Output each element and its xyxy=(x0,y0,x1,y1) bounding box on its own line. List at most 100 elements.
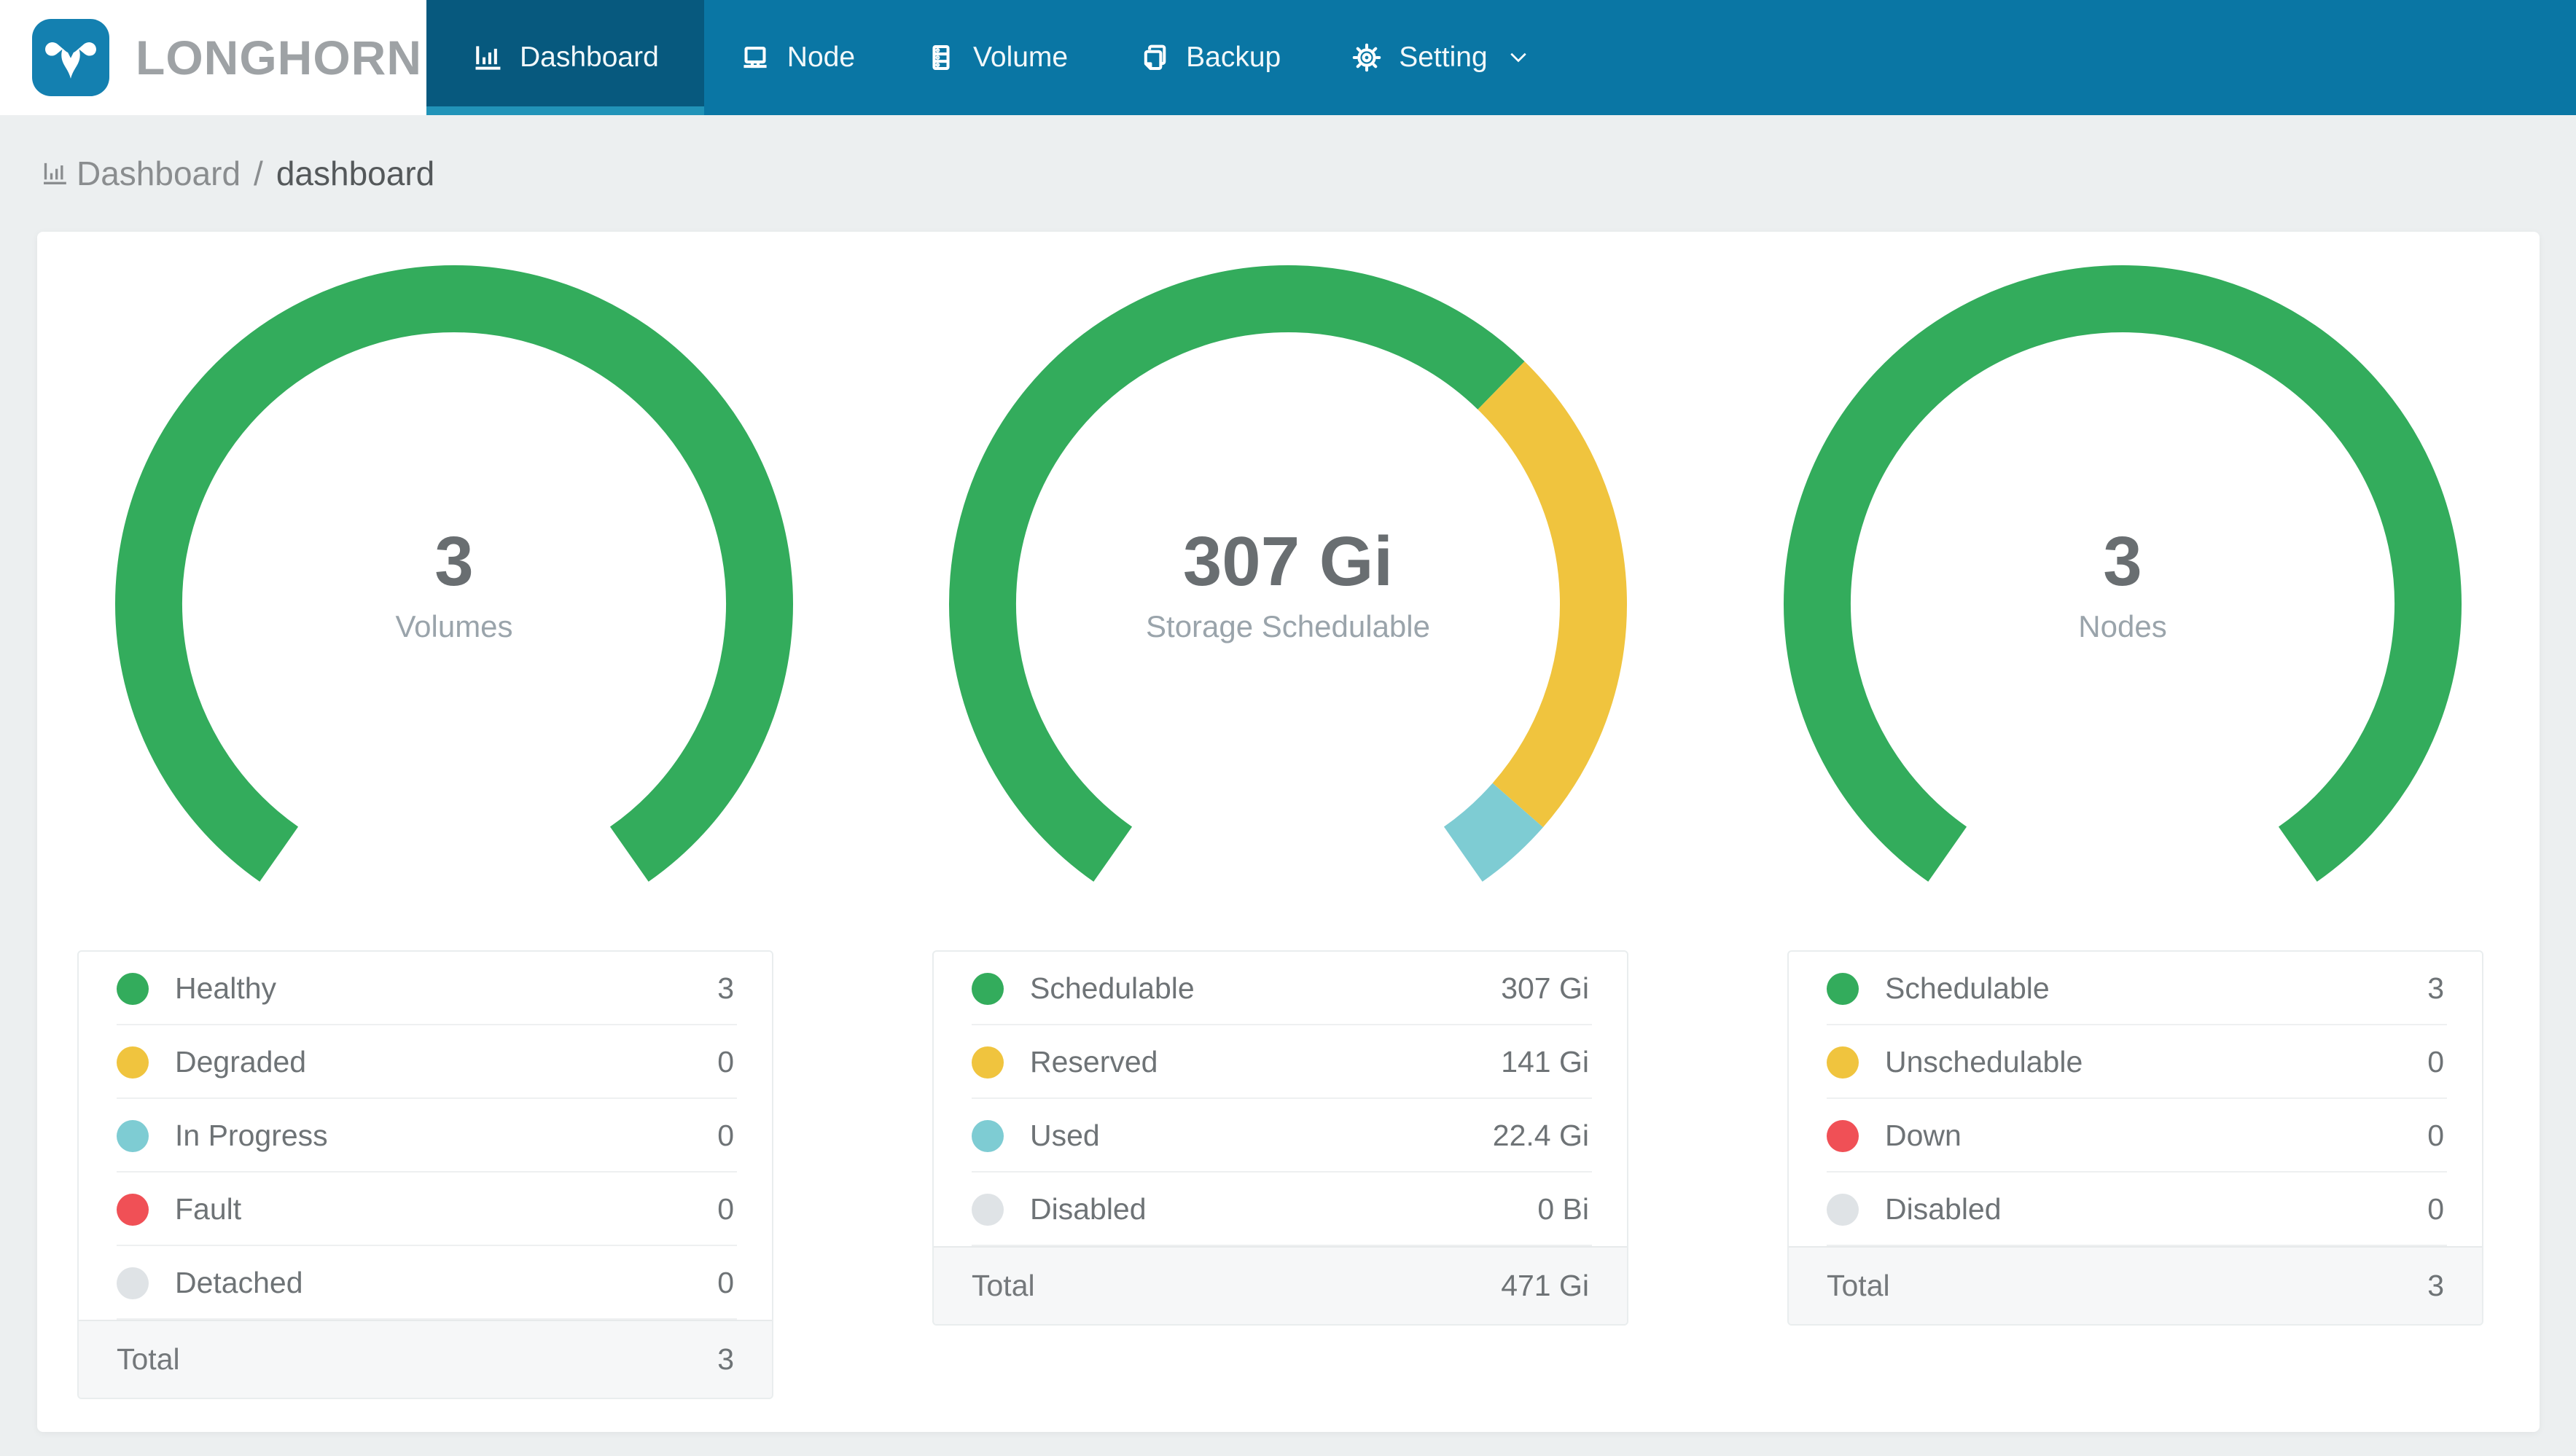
legend-row-used: Used 22.4 Gi xyxy=(934,1099,1627,1173)
top-navbar: LONGHORN Dashboard Node Volume Backup Se… xyxy=(0,0,2576,115)
legend-label: Fault xyxy=(175,1192,242,1226)
legend-value: 0 xyxy=(2427,1192,2444,1226)
breadcrumb-current-page: dashboard xyxy=(276,154,435,192)
brand-area: LONGHORN xyxy=(0,0,426,115)
legend-row-schedulable: Schedulable 3 xyxy=(1789,952,2482,1025)
legend-value: 3 xyxy=(717,971,734,1005)
legend-label: Down xyxy=(1885,1119,1962,1152)
gauge-volumes: 3 Volumes xyxy=(37,258,871,899)
nav-item-label: Dashboard xyxy=(520,42,659,73)
gauge-center-label: Storage Schedulable xyxy=(1147,609,1431,643)
nav-item-label: Backup xyxy=(1186,42,1281,73)
gauge-segment-reserved xyxy=(1478,361,1628,828)
legend-value: 0 xyxy=(2427,1119,2444,1152)
legend-value: 0 xyxy=(2427,1045,2444,1079)
legend-label: Disabled xyxy=(1885,1192,2002,1226)
legend-row-degraded: Degraded 0 xyxy=(79,1025,772,1099)
gauge-storage-schedulable: 307 Gi Storage Schedulable xyxy=(871,258,1705,899)
nav-item-volume[interactable]: Volume xyxy=(890,0,1103,115)
gauges-row: 3 Volumes 307 Gi Storage Schedulable 3 Nodes xyxy=(37,258,2540,899)
legend-total-row: Total 3 xyxy=(1789,1246,2482,1324)
legend-label: Reserved xyxy=(1030,1045,1158,1079)
gear-icon xyxy=(1352,43,1381,72)
legend-label: Disabled xyxy=(1030,1192,1147,1226)
legend-value: 0 Bi xyxy=(1537,1192,1589,1226)
gauge-center-label: Nodes xyxy=(2078,609,2166,643)
legend-value: 0 xyxy=(717,1192,734,1226)
laptop-icon xyxy=(743,47,767,69)
nav-item-backup[interactable]: Backup xyxy=(1103,0,1316,115)
status-dot-healthy xyxy=(117,972,149,1005)
donut-gauge-storage-schedulable: 307 Gi Storage Schedulable xyxy=(949,265,1628,882)
chevron-down-icon xyxy=(1510,52,1526,63)
total-value: 3 xyxy=(717,1342,734,1376)
legend-row-healthy: Healthy 3 xyxy=(79,952,772,1025)
legend-card-volumes: Healthy 3 Degraded 0 In Progress 0 Fault 0 Detac… xyxy=(77,950,773,1399)
status-dot-schedulable xyxy=(1827,972,1859,1005)
status-dot-unschedulable xyxy=(1827,1046,1859,1079)
status-dot-in-progress xyxy=(117,1119,149,1152)
legend-value: 0 xyxy=(717,1045,734,1079)
gauge-segment-used xyxy=(1443,783,1544,882)
legend-label: In Progress xyxy=(175,1119,328,1152)
donut-gauge-nodes: 3 Nodes xyxy=(1783,265,2462,882)
breadcrumb: Dashboard / dashboard xyxy=(0,115,2576,232)
donut-gauge-volumes: 3 Volumes xyxy=(115,265,794,882)
status-dot-down xyxy=(1827,1119,1859,1152)
breadcrumb-section[interactable]: Dashboard xyxy=(77,154,241,193)
legend-card-storage-schedulable: Schedulable 307 Gi Reserved 141 Gi Used 22.4 … xyxy=(932,950,1628,1326)
nav-item-label: Volume xyxy=(973,42,1069,73)
legend-value: 141 Gi xyxy=(1501,1045,1589,1079)
main-nav: Dashboard Node Volume Backup Setting xyxy=(426,0,2576,115)
status-dot-degraded xyxy=(117,1046,149,1079)
legend-total-row: Total 3 xyxy=(79,1320,772,1398)
bar-chart-icon xyxy=(44,163,66,184)
legend-value: 307 Gi xyxy=(1501,971,1589,1005)
dashboard-panel: 3 Volumes 307 Gi Storage Schedulable 3 Nodes … xyxy=(37,232,2540,1432)
server-icon xyxy=(932,44,950,71)
nav-item-node[interactable]: Node xyxy=(704,0,890,115)
legend-value: 0 xyxy=(717,1266,734,1299)
total-label: Total xyxy=(1827,1269,1890,1302)
breadcrumb-separator: / xyxy=(254,154,263,192)
gauge-center-value: 307 Gi xyxy=(1183,522,1393,600)
legend-row-in-progress: In Progress 0 xyxy=(79,1099,772,1173)
legends-row: Healthy 3 Degraded 0 In Progress 0 Fault 0 Detac… xyxy=(37,899,2540,1399)
legend-label: Unschedulable xyxy=(1885,1045,2083,1079)
status-dot-used xyxy=(972,1119,1004,1152)
nav-item-label: Node xyxy=(787,42,856,73)
status-dot-disabled xyxy=(1827,1193,1859,1226)
total-value: 471 Gi xyxy=(1501,1269,1589,1302)
gauge-center-value: 3 xyxy=(2103,522,2142,600)
legend-value: 22.4 Gi xyxy=(1492,1119,1589,1152)
legend-label: Used xyxy=(1030,1119,1100,1152)
legend-value: 0 xyxy=(717,1119,734,1152)
legend-label: Schedulable xyxy=(1030,971,1195,1005)
legend-row-reserved: Reserved 141 Gi xyxy=(934,1025,1627,1099)
legend-value: 3 xyxy=(2427,971,2444,1005)
copy-icon xyxy=(1144,44,1166,71)
status-dot-schedulable xyxy=(972,972,1004,1005)
legend-row-fault: Fault 0 xyxy=(79,1173,772,1246)
legend-label: Degraded xyxy=(175,1045,307,1079)
gauge-center-value: 3 xyxy=(434,522,473,600)
legend-label: Detached xyxy=(175,1266,303,1299)
status-dot-fault xyxy=(117,1193,149,1226)
legend-row-disabled: Disabled 0 Bi xyxy=(934,1173,1627,1246)
nav-item-setting[interactable]: Setting xyxy=(1316,0,1566,115)
legend-card-nodes: Schedulable 3 Unschedulable 0 Down 0 Disabled 0… xyxy=(1787,950,2483,1326)
legend-label: Schedulable xyxy=(1885,971,2050,1005)
gauge-nodes: 3 Nodes xyxy=(1706,258,2540,899)
nav-item-label: Setting xyxy=(1399,42,1488,73)
nav-item-dashboard[interactable]: Dashboard xyxy=(426,0,704,115)
total-label: Total xyxy=(972,1269,1035,1302)
status-dot-disabled xyxy=(972,1193,1004,1226)
legend-row-schedulable: Schedulable 307 Gi xyxy=(934,952,1627,1025)
legend-total-row: Total 471 Gi xyxy=(934,1246,1627,1324)
status-dot-detached xyxy=(117,1267,149,1299)
total-value: 3 xyxy=(2427,1269,2444,1302)
status-dot-reserved xyxy=(972,1046,1004,1079)
legend-row-unschedulable: Unschedulable 0 xyxy=(1789,1025,2482,1099)
legend-row-disabled: Disabled 0 xyxy=(1789,1173,2482,1246)
legend-row-down: Down 0 xyxy=(1789,1099,2482,1173)
